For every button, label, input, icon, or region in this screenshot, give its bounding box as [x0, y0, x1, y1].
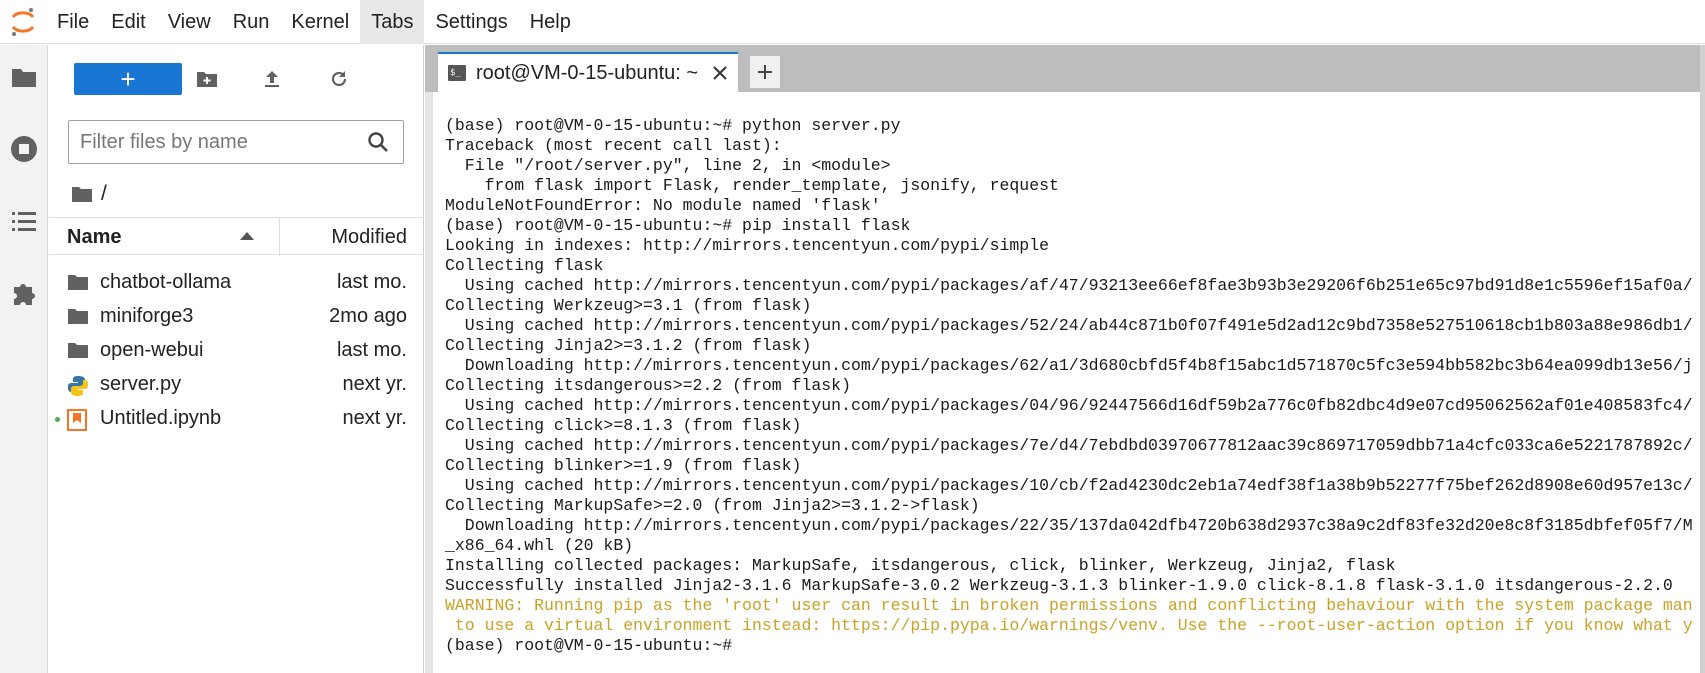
- filter-files-input-box[interactable]: [68, 120, 404, 164]
- breadcrumb-path[interactable]: /: [101, 182, 107, 206]
- terminal-line: WARNING: Running pip as the 'root' user …: [445, 596, 1693, 615]
- terminal-line: Using cached http://mirrors.tencentyun.c…: [445, 436, 1693, 455]
- menu-kernel[interactable]: Kernel: [280, 0, 360, 44]
- terminal-line: Traceback (most recent call last):: [445, 136, 782, 155]
- search-icon: [367, 131, 389, 158]
- plus-icon: [758, 65, 772, 79]
- home-folder-icon: [72, 187, 92, 202]
- terminal-line: (base) root@VM-0-15-ubuntu:~# python ser…: [445, 116, 901, 135]
- close-icon[interactable]: [710, 63, 730, 88]
- terminal-line: Using cached http://mirrors.tencentyun.c…: [445, 476, 1693, 495]
- menu-tabs[interactable]: Tabs: [360, 0, 425, 44]
- terminal-line: Looking in indexes: http://mirrors.tence…: [445, 236, 1049, 255]
- terminal-line: Using cached http://mirrors.tencentyun.c…: [445, 276, 1693, 295]
- main-tab-bar: $_ root@VM-0-15-ubuntu: ~: [425, 45, 1705, 92]
- terminal-line: Using cached http://mirrors.tencentyun.c…: [445, 316, 1693, 335]
- modified-column-header[interactable]: Modified: [331, 226, 407, 249]
- terminal-icon: $_: [448, 65, 466, 81]
- sort-ascending-icon: [240, 232, 254, 240]
- terminal-panel[interactable]: (base) root@VM-0-15-ubuntu:~# python ser…: [425, 92, 1705, 673]
- running-indicator-icon: [55, 417, 60, 422]
- file-list-item[interactable]: open-webui last mo.: [49, 334, 424, 368]
- new-tab-button[interactable]: [750, 56, 780, 88]
- folder-icon: [67, 341, 89, 361]
- terminal-line: Collecting Jinja2>=3.1.2 (from flask): [445, 336, 812, 355]
- file-browser-toolbar: +: [49, 45, 424, 109]
- file-browser-panel: + / Name Modified chatbot-ollama last mo.…: [49, 45, 424, 673]
- file-modified: last mo.: [336, 339, 407, 361]
- terminal-line: to use a virtual environment instead: ht…: [445, 616, 1693, 635]
- file-modified: next yr.: [342, 373, 407, 395]
- terminal-line: from flask import Flask, render_template…: [445, 176, 1059, 195]
- file-name: open-webui: [100, 339, 204, 361]
- file-list-item[interactable]: chatbot-ollama last mo.: [49, 266, 424, 300]
- menu-help[interactable]: Help: [519, 0, 582, 44]
- terminal-line: Downloading http://mirrors.tencentyun.co…: [445, 356, 1693, 375]
- menu-file[interactable]: File: [46, 0, 100, 44]
- file-modified: last mo.: [336, 271, 407, 293]
- menu-view[interactable]: View: [157, 0, 222, 44]
- menu-bar: File Edit View Run Kernel Tabs Settings Help: [0, 0, 1705, 44]
- terminal-line: Collecting flask: [445, 256, 604, 275]
- terminal-line: Installing collected packages: MarkupSaf…: [445, 556, 1396, 575]
- terminal-line: Collecting Werkzeug>=3.1 (from flask): [445, 296, 812, 315]
- breadcrumb[interactable]: /: [71, 179, 107, 209]
- running-kernels-icon[interactable]: [6, 131, 42, 167]
- file-list-item[interactable]: Untitled.ipynb next yr.: [49, 402, 424, 436]
- file-name: Untitled.ipynb: [100, 407, 222, 429]
- refresh-icon[interactable]: [323, 63, 355, 95]
- terminal-line: Collecting blinker>=1.9 (from flask): [445, 456, 802, 475]
- upload-icon[interactable]: [256, 63, 288, 95]
- python-file-icon: [67, 375, 89, 396]
- menu-settings[interactable]: Settings: [424, 0, 518, 44]
- terminal-line: Downloading http://mirrors.tencentyun.co…: [445, 516, 1693, 535]
- jupyter-logo-icon: [0, 0, 46, 44]
- terminal-line: (base) root@VM-0-15-ubuntu:~# pip instal…: [445, 216, 911, 235]
- folder-icon[interactable]: [6, 59, 42, 95]
- terminal-line: Using cached http://mirrors.tencentyun.c…: [445, 396, 1693, 415]
- terminal-line: File "/root/server.py", line 2, in <modu…: [445, 156, 891, 175]
- terminal-line: Collecting click>=8.1.3 (from flask): [445, 416, 802, 435]
- name-column-header[interactable]: Name: [67, 226, 121, 249]
- extensions-puzzle-icon[interactable]: [6, 275, 42, 311]
- terminal-line: _x86_64.whl (20 kB): [445, 536, 634, 555]
- notebook-icon: [67, 409, 89, 431]
- file-list-item[interactable]: server.py next yr.: [49, 368, 424, 402]
- terminal-line: ModuleNotFoundError: No module named 'fl…: [445, 196, 881, 215]
- file-modified: next yr.: [342, 407, 407, 429]
- file-name: chatbot-ollama: [100, 271, 232, 293]
- tab-terminal[interactable]: $_ root@VM-0-15-ubuntu: ~: [438, 52, 738, 92]
- file-list-header: Name Modified: [49, 217, 424, 256]
- terminal-line: Collecting MarkupSafe>=2.0 (from Jinja2>…: [445, 496, 980, 515]
- terminal-line: (base) root@VM-0-15-ubuntu:~#: [445, 636, 743, 655]
- file-list-item[interactable]: miniforge3 2mo ago: [49, 300, 424, 334]
- new-folder-icon[interactable]: [191, 63, 223, 95]
- terminal-line: Successfully installed Jinja2-3.1.6 Mark…: [445, 576, 1673, 595]
- file-name: miniforge3: [100, 305, 194, 327]
- menu-run[interactable]: Run: [222, 0, 281, 44]
- terminal-line: Collecting itsdangerous>=2.2 (from flask…: [445, 376, 851, 395]
- table-of-contents-icon[interactable]: [6, 203, 42, 239]
- column-divider[interactable]: [279, 218, 280, 256]
- menu-edit[interactable]: Edit: [100, 0, 156, 44]
- folder-icon: [67, 273, 89, 293]
- filter-files-input[interactable]: [80, 130, 360, 154]
- right-sidebar-edge: [1700, 45, 1705, 673]
- terminal-output[interactable]: (base) root@VM-0-15-ubuntu:~# python ser…: [445, 116, 1693, 656]
- tab-label: root@VM-0-15-ubuntu: ~: [476, 61, 699, 84]
- folder-icon: [67, 307, 89, 327]
- file-modified: 2mo ago: [329, 305, 407, 327]
- file-name: server.py: [100, 373, 182, 395]
- new-launcher-button[interactable]: +: [74, 63, 182, 95]
- left-activity-bar: [0, 45, 48, 673]
